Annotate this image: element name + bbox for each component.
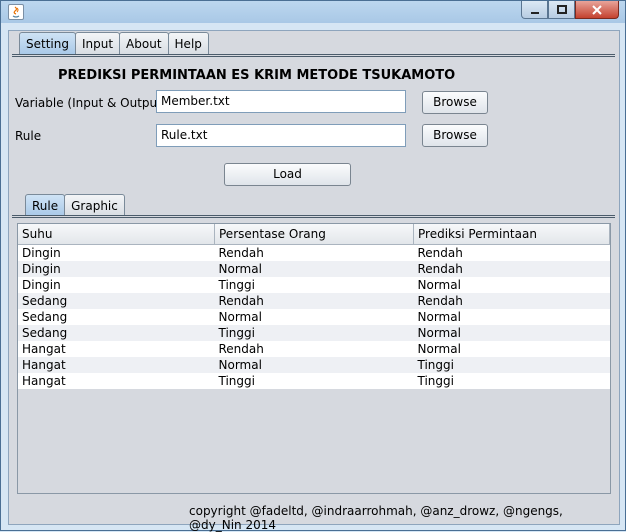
table-header: Suhu Persentase Orang Prediksi Permintaa… bbox=[18, 224, 610, 245]
table-cell: Hangat bbox=[22, 342, 66, 356]
table-cell: Hangat bbox=[18, 357, 215, 373]
rule-browse-button[interactable]: Browse bbox=[422, 124, 488, 147]
table-row[interactable]: Dingin Rendah Rendah bbox=[18, 245, 610, 262]
rule-table-panel[interactable]: Suhu Persentase Orang Prediksi Permintaa… bbox=[17, 223, 611, 494]
window-controls bbox=[521, 1, 619, 19]
title-bar[interactable] bbox=[1, 1, 625, 23]
table-cell: Rendah bbox=[218, 342, 264, 356]
variable-browse-button[interactable]: Browse bbox=[422, 91, 488, 114]
table-cell: Tinggi bbox=[218, 278, 255, 292]
column-header[interactable]: Prediksi Permintaan bbox=[413, 224, 610, 245]
table-row[interactable]: Sedang Tinggi Normal bbox=[18, 325, 610, 341]
table-row[interactable]: Sedang Normal Normal bbox=[18, 309, 610, 325]
table-cell: Tinggi bbox=[218, 374, 255, 388]
column-header[interactable]: Persentase Orang bbox=[214, 224, 414, 245]
tab-help[interactable]: Help bbox=[167, 32, 209, 54]
inner-tabs: Rule Graphic bbox=[25, 194, 125, 217]
table-row[interactable]: Sedang Rendah Rendah bbox=[18, 293, 610, 309]
java-icon bbox=[8, 4, 24, 20]
rule-file-field[interactable]: Rule.txt bbox=[156, 124, 406, 147]
copyright-text: copyright @fadeltd, @indraarrohmah, @anz… bbox=[189, 504, 563, 532]
table-cell: Normal bbox=[417, 310, 461, 324]
table-cell: Rendah bbox=[417, 246, 463, 260]
table-row[interactable]: Dingin Normal Rendah bbox=[18, 261, 610, 277]
table-row[interactable]: Hangat Tinggi Tinggi bbox=[18, 373, 610, 389]
close-button[interactable] bbox=[575, 1, 619, 19]
tab-about[interactable]: About bbox=[119, 32, 169, 54]
tab-input[interactable]: Input bbox=[74, 32, 121, 54]
load-button[interactable]: Load bbox=[224, 163, 351, 186]
minimize-button[interactable] bbox=[521, 1, 548, 19]
table-cell: Normal bbox=[417, 342, 461, 356]
page-title: PREDIKSI PERMINTAAN ES KRIM METODE TSUKA… bbox=[58, 68, 456, 83]
table-cell: Dingin bbox=[18, 261, 215, 277]
variable-label: Variable (Input & Output) bbox=[15, 96, 167, 110]
table-cell: Sedang bbox=[18, 293, 215, 309]
minimize-icon bbox=[530, 11, 539, 14]
table-cell: Normal bbox=[214, 357, 414, 373]
table-cell: Dingin bbox=[22, 246, 61, 260]
variable-file-field[interactable]: Member.txt bbox=[156, 90, 406, 113]
table-cell: Tinggi bbox=[417, 374, 454, 388]
maximize-icon bbox=[556, 4, 567, 14]
table-cell: Normal bbox=[214, 261, 414, 277]
table-cell: Tinggi bbox=[413, 357, 610, 373]
table-cell: Rendah bbox=[413, 261, 610, 277]
table-cell: Rendah bbox=[214, 293, 414, 309]
tab-setting[interactable]: Setting bbox=[19, 32, 76, 54]
maximize-button[interactable] bbox=[548, 1, 575, 19]
table-row[interactable]: Hangat Normal Tinggi bbox=[18, 357, 610, 373]
table-cell: Tinggi bbox=[214, 325, 414, 341]
close-icon bbox=[592, 4, 602, 15]
table-cell: Normal bbox=[218, 310, 262, 324]
inner-tab-divider bbox=[12, 215, 615, 218]
main-tabs: Setting Input About Help bbox=[19, 32, 209, 55]
table-row[interactable]: Hangat Rendah Normal bbox=[18, 341, 610, 357]
table-cell: Normal bbox=[413, 325, 610, 341]
content-panel: Setting Input About Help PREDIKSI PERMIN… bbox=[8, 30, 620, 532]
rule-table[interactable]: Suhu Persentase Orang Prediksi Permintaa… bbox=[18, 224, 610, 389]
table-cell: Rendah bbox=[218, 246, 264, 260]
column-header[interactable]: Suhu bbox=[18, 224, 215, 245]
tab-rule[interactable]: Rule bbox=[25, 194, 66, 216]
tab-divider bbox=[12, 54, 615, 57]
table-cell: Hangat bbox=[22, 374, 66, 388]
tab-graphic[interactable]: Graphic bbox=[64, 194, 125, 216]
table-cell: Rendah bbox=[413, 293, 610, 309]
table-cell: Dingin bbox=[22, 278, 61, 292]
table-cell: Sedang bbox=[22, 310, 68, 324]
table-cell: Normal bbox=[417, 278, 461, 292]
app-window: Setting Input About Help PREDIKSI PERMIN… bbox=[0, 0, 626, 532]
table-cell: Sedang bbox=[18, 325, 215, 341]
table-row[interactable]: Dingin Tinggi Normal bbox=[18, 277, 610, 293]
rule-label: Rule bbox=[15, 129, 42, 143]
